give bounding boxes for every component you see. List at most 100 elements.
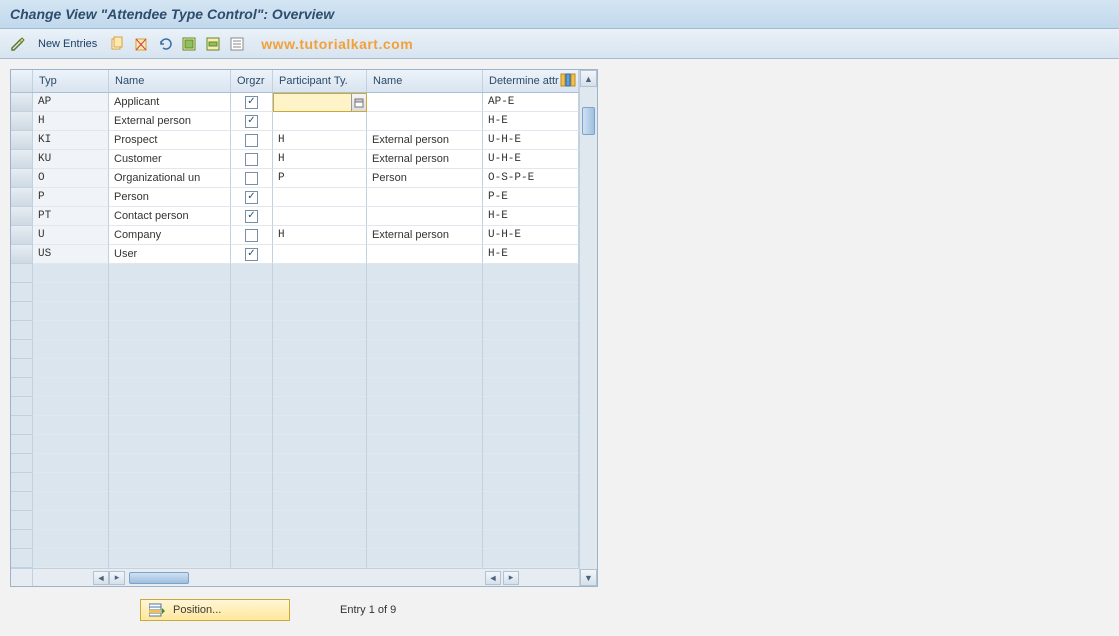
col-header-participant-type[interactable]: Participant Ty.: [273, 70, 367, 92]
cell-orgzr[interactable]: [231, 93, 273, 112]
cell-typ[interactable]: [33, 454, 109, 473]
cell-name2[interactable]: [367, 454, 483, 473]
undo-icon[interactable]: [155, 34, 175, 54]
cell-name2[interactable]: [367, 302, 483, 321]
cell-participant-type[interactable]: [273, 416, 367, 435]
position-button[interactable]: Position...: [140, 599, 290, 621]
cell-name[interactable]: [109, 435, 231, 454]
copy-icon[interactable]: [107, 34, 127, 54]
cell-name2[interactable]: External person: [367, 226, 483, 245]
row-selector[interactable]: [11, 188, 33, 207]
cell-name2[interactable]: [367, 378, 483, 397]
cell-name[interactable]: [109, 321, 231, 340]
cell-typ[interactable]: O: [33, 169, 109, 188]
cell-determine-attr[interactable]: AP-E: [483, 93, 579, 112]
cell-determine-attr[interactable]: [483, 435, 579, 454]
cell-name2[interactable]: [367, 321, 483, 340]
cell-name[interactable]: User: [109, 245, 231, 264]
toggle-change-icon[interactable]: [8, 34, 28, 54]
orgzr-checkbox[interactable]: [245, 96, 258, 109]
cell-typ[interactable]: [33, 321, 109, 340]
col-header-determine-attr[interactable]: Determine attr: [483, 70, 579, 92]
cell-name[interactable]: [109, 530, 231, 549]
cell-orgzr[interactable]: [231, 549, 273, 568]
row-selector[interactable]: [11, 530, 33, 549]
cell-participant-type[interactable]: [273, 264, 367, 283]
cell-determine-attr[interactable]: H-E: [483, 207, 579, 226]
orgzr-checkbox[interactable]: [245, 210, 258, 223]
new-entries-button[interactable]: New Entries: [32, 36, 103, 52]
cell-participant-type[interactable]: [273, 397, 367, 416]
cell-name2[interactable]: [367, 93, 483, 112]
cell-determine-attr[interactable]: [483, 511, 579, 530]
cell-name2[interactable]: [367, 245, 483, 264]
cell-determine-attr[interactable]: [483, 549, 579, 568]
cell-determine-attr[interactable]: [483, 416, 579, 435]
cell-orgzr[interactable]: [231, 245, 273, 264]
row-selector[interactable]: [11, 226, 33, 245]
cell-determine-attr[interactable]: [483, 454, 579, 473]
cell-determine-attr[interactable]: [483, 530, 579, 549]
cell-name[interactable]: Applicant: [109, 93, 231, 112]
row-selector[interactable]: [11, 150, 33, 169]
cell-determine-attr[interactable]: U-H-E: [483, 150, 579, 169]
cell-determine-attr[interactable]: [483, 302, 579, 321]
cell-orgzr[interactable]: [231, 473, 273, 492]
cell-participant-type[interactable]: [273, 454, 367, 473]
cell-typ[interactable]: [33, 359, 109, 378]
cell-participant-type[interactable]: [273, 283, 367, 302]
cell-name2[interactable]: [367, 264, 483, 283]
cell-name2[interactable]: External person: [367, 131, 483, 150]
col-header-typ[interactable]: Typ: [33, 70, 109, 92]
cell-typ[interactable]: US: [33, 245, 109, 264]
cell-name2[interactable]: [367, 473, 483, 492]
horizontal-scrollbar[interactable]: ◄ ▸ ◄ ▸: [11, 568, 579, 586]
cell-name2[interactable]: [367, 112, 483, 131]
row-selector[interactable]: [11, 397, 33, 416]
header-selector[interactable]: [11, 70, 33, 92]
configure-columns-icon[interactable]: [560, 72, 576, 88]
cell-name[interactable]: [109, 397, 231, 416]
cell-determine-attr[interactable]: [483, 492, 579, 511]
cell-orgzr[interactable]: [231, 226, 273, 245]
cell-participant-type[interactable]: [273, 511, 367, 530]
row-selector[interactable]: [11, 131, 33, 150]
cell-orgzr[interactable]: [231, 321, 273, 340]
cell-name2[interactable]: [367, 435, 483, 454]
row-selector[interactable]: [11, 435, 33, 454]
cell-name[interactable]: [109, 454, 231, 473]
hscroll-left-icon[interactable]: ◄: [93, 571, 109, 585]
cell-name2[interactable]: External person: [367, 150, 483, 169]
row-selector[interactable]: [11, 454, 33, 473]
cell-name[interactable]: [109, 283, 231, 302]
cell-orgzr[interactable]: [231, 416, 273, 435]
cell-typ[interactable]: [33, 283, 109, 302]
vscroll-thumb[interactable]: [582, 107, 595, 135]
cell-participant-type[interactable]: [273, 492, 367, 511]
orgzr-checkbox[interactable]: [245, 134, 258, 147]
cell-typ[interactable]: [33, 264, 109, 283]
hscroll-left2-icon[interactable]: ▸: [109, 571, 125, 585]
cell-typ[interactable]: [33, 511, 109, 530]
cell-typ[interactable]: [33, 530, 109, 549]
cell-typ[interactable]: [33, 416, 109, 435]
cell-typ[interactable]: KI: [33, 131, 109, 150]
cell-orgzr[interactable]: [231, 131, 273, 150]
cell-orgzr[interactable]: [231, 359, 273, 378]
row-selector[interactable]: [11, 302, 33, 321]
cell-name2[interactable]: Person: [367, 169, 483, 188]
cell-typ[interactable]: [33, 435, 109, 454]
orgzr-checkbox[interactable]: [245, 248, 258, 261]
select-all-icon[interactable]: [179, 34, 199, 54]
cell-typ[interactable]: [33, 302, 109, 321]
orgzr-checkbox[interactable]: [245, 191, 258, 204]
cell-name[interactable]: External person: [109, 112, 231, 131]
cell-orgzr[interactable]: [231, 169, 273, 188]
orgzr-checkbox[interactable]: [245, 172, 258, 185]
cell-name[interactable]: [109, 473, 231, 492]
cell-participant-type[interactable]: [273, 549, 367, 568]
cell-determine-attr[interactable]: [483, 397, 579, 416]
cell-name[interactable]: [109, 302, 231, 321]
select-block-icon[interactable]: [203, 34, 223, 54]
cell-typ[interactable]: [33, 378, 109, 397]
